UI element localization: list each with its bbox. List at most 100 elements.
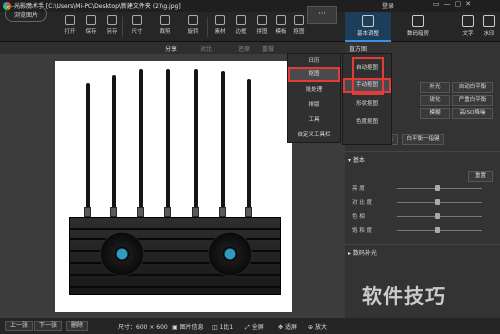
share-button[interactable]: 分享 bbox=[165, 44, 177, 53]
fullscreen-button[interactable]: ⤢ 全屏 bbox=[245, 322, 264, 332]
actual-size-button[interactable]: ◫ 1比1 bbox=[212, 322, 233, 331]
watermark-icon bbox=[483, 15, 495, 27]
heatsink-fin bbox=[70, 228, 280, 230]
slider-knob[interactable] bbox=[435, 185, 440, 191]
save-icon bbox=[86, 15, 96, 25]
fit-icon: ✥ bbox=[278, 324, 285, 331]
antenna-connector bbox=[84, 207, 91, 217]
fit-screen-button[interactable]: ✥ 适屏 bbox=[278, 322, 297, 331]
more-dropdown-menu: 日历 抠图 批处理 排版 工具 自定义工具栏 bbox=[287, 53, 341, 143]
browse-images-button[interactable]: 浏览图片 bbox=[5, 6, 47, 22]
panel-divider bbox=[345, 244, 500, 245]
undo-button[interactable]: 还原 bbox=[238, 44, 250, 53]
antenna-7 bbox=[247, 79, 251, 209]
antenna-3 bbox=[139, 69, 143, 209]
reset-button[interactable]: 重置 bbox=[468, 171, 493, 182]
toolbar-divider bbox=[122, 17, 123, 37]
more-tools-button[interactable]: ··· bbox=[307, 6, 337, 24]
antenna-connector bbox=[164, 207, 171, 217]
brightness-slider[interactable]: 亮 度 bbox=[352, 184, 492, 193]
antenna-connector bbox=[192, 207, 199, 217]
prev-image-button[interactable]: 上一张 bbox=[5, 321, 34, 331]
tab-basic-adjust[interactable]: 基本调整 bbox=[345, 12, 391, 42]
delete-button[interactable]: 删除 bbox=[66, 321, 89, 331]
one-to-one-icon: ◫ bbox=[212, 324, 220, 331]
zoom-in-icon: ⊕ bbox=[308, 324, 315, 331]
contrast-slider[interactable]: 对 比 度 bbox=[352, 198, 492, 207]
template-button[interactable]: 模板 bbox=[271, 15, 291, 35]
toolbar-divider bbox=[207, 17, 208, 37]
slider-knob[interactable] bbox=[435, 213, 440, 219]
auto-white-balance-button[interactable]: 自动白平衡 bbox=[452, 82, 493, 93]
fan-right bbox=[208, 232, 252, 276]
tab-watermark[interactable]: 水印 bbox=[478, 12, 500, 42]
rotate-button[interactable]: 旋转 bbox=[180, 15, 206, 35]
watermark-text: 软件技巧 bbox=[362, 284, 446, 308]
frame-icon bbox=[236, 15, 246, 25]
sharpen-button[interactable]: 锐化 bbox=[420, 95, 450, 106]
antenna-2 bbox=[112, 75, 116, 209]
histogram-title: 直方图 bbox=[349, 46, 368, 53]
image-info-button[interactable]: ▣ 图片信息 bbox=[172, 322, 204, 331]
antenna-4 bbox=[166, 69, 170, 209]
antenna-5 bbox=[194, 69, 198, 209]
section-basic-title: ▾ 基本 bbox=[348, 157, 365, 164]
minimize-icon[interactable]: — bbox=[444, 0, 451, 8]
template-icon bbox=[276, 15, 286, 25]
slider-knob[interactable] bbox=[435, 199, 440, 205]
crop-button[interactable]: 裁剪 bbox=[152, 15, 178, 35]
saturation-slider[interactable]: 饱 和 度 bbox=[352, 226, 492, 235]
panel-divider bbox=[345, 151, 500, 152]
material-button[interactable]: 素材 bbox=[210, 15, 230, 35]
crop-icon bbox=[160, 15, 170, 25]
save-as-button[interactable]: 另存 bbox=[102, 15, 122, 35]
highlight-box bbox=[352, 57, 384, 95]
heatsink-fin bbox=[70, 286, 280, 288]
collage-button[interactable]: 拼图 bbox=[252, 15, 272, 35]
close-icon[interactable]: ✕ bbox=[465, 0, 471, 8]
jammer-body bbox=[69, 217, 281, 295]
heatsink-fin bbox=[70, 274, 280, 276]
fill-light-button[interactable]: 补光 bbox=[420, 82, 450, 93]
material-icon bbox=[215, 15, 225, 25]
menu-item-shape-cutout[interactable]: 形状抠图 bbox=[343, 98, 391, 111]
section-digital-fill-title[interactable]: ▸ 数码补光 bbox=[348, 248, 377, 257]
menu-item-chroma-cutout[interactable]: 色度抠图 bbox=[343, 116, 391, 129]
antenna-connector bbox=[137, 207, 144, 217]
slider-knob[interactable] bbox=[435, 227, 440, 233]
open-button[interactable]: 打开 bbox=[60, 15, 80, 35]
next-image-button[interactable]: 下一张 bbox=[34, 321, 63, 331]
cutout-icon bbox=[294, 15, 304, 25]
fan-left bbox=[100, 232, 144, 276]
resize-button[interactable]: 尺寸 bbox=[124, 15, 150, 35]
fullscreen-icon: ⤢ bbox=[245, 324, 252, 331]
info-icon: ▣ bbox=[172, 324, 180, 331]
cutout-button[interactable]: 抠图 bbox=[289, 15, 309, 35]
strict-white-balance-button[interactable]: 严重白平衡 bbox=[452, 95, 493, 106]
high-iso-denoise-button[interactable]: 高ISO降噪 bbox=[452, 108, 493, 119]
zoom-in-button[interactable]: ⊕ 放大 bbox=[308, 322, 327, 331]
menu-item-tools[interactable]: 工具 bbox=[288, 114, 340, 127]
antenna-connector bbox=[219, 207, 226, 217]
darkroom-icon bbox=[412, 15, 424, 27]
tab-digital-darkroom[interactable]: 数码暗房 bbox=[395, 12, 441, 42]
redo-button[interactable]: 重做 bbox=[262, 44, 274, 53]
heatsink-fin bbox=[70, 238, 280, 240]
compare-button[interactable]: 对比 bbox=[200, 44, 212, 53]
maximize-icon[interactable]: ▢ bbox=[455, 0, 462, 8]
blur-button[interactable]: 模糊 bbox=[420, 108, 450, 119]
menu-item-cutout[interactable]: 抠图 bbox=[288, 67, 340, 82]
antenna-1 bbox=[86, 83, 90, 209]
frame-button[interactable]: 边框 bbox=[231, 15, 251, 35]
hue-slider[interactable]: 色 相 bbox=[352, 212, 492, 221]
window-controls: ▭ — ▢ ✕ bbox=[433, 0, 471, 8]
white-balance-one-key-button[interactable]: 白平衡一指键 bbox=[402, 134, 444, 145]
adjust-icon bbox=[362, 15, 374, 27]
menu-item-layout[interactable]: 排版 bbox=[288, 99, 340, 112]
save-as-icon bbox=[107, 15, 117, 25]
skin-icon[interactable]: ▭ bbox=[433, 0, 440, 8]
menu-item-batch[interactable]: 批处理 bbox=[288, 84, 340, 97]
save-button[interactable]: 保存 bbox=[81, 15, 101, 35]
login-button[interactable]: 登录 bbox=[382, 1, 394, 10]
menu-item-custom-toolbar[interactable]: 自定义工具栏 bbox=[288, 129, 340, 142]
